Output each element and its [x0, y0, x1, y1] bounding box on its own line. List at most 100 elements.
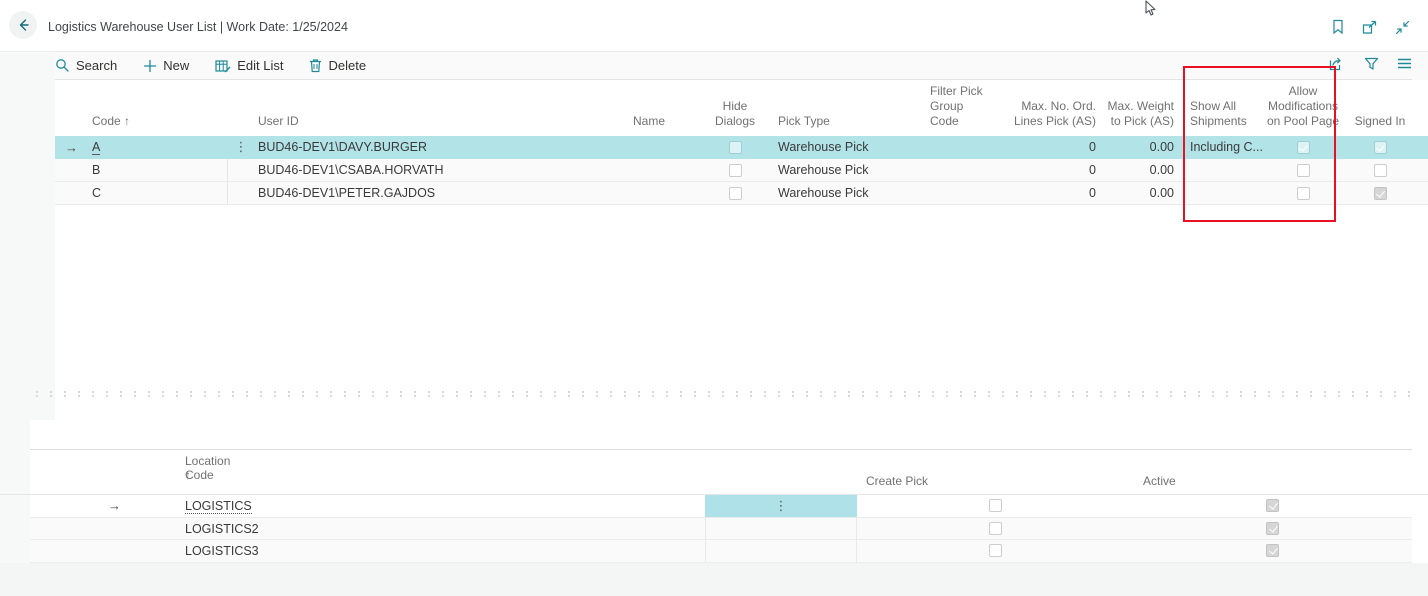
cell-spacer	[705, 518, 857, 540]
cell-user-id[interactable]: BUD46-DEV1\CSABA.HORVATH	[255, 163, 630, 177]
back-arrow-icon	[15, 17, 31, 33]
create-pick-checkbox[interactable]	[989, 522, 1002, 535]
sort-ascending-icon: ↑	[185, 468, 191, 482]
create-pick-checkbox[interactable]	[989, 499, 1002, 512]
create-pick-checkbox[interactable]	[989, 544, 1002, 557]
row-context-menu-icon[interactable]: ⋮	[775, 498, 788, 514]
hide-dialogs-checkbox[interactable]	[729, 187, 742, 200]
left-gutter	[0, 53, 55, 420]
row-context-menu-spacer	[227, 182, 255, 204]
active-checkbox[interactable]	[1266, 499, 1279, 512]
cell-max-no-ord-lines-pick[interactable]: 0	[990, 140, 1100, 154]
cell-hide-dialogs[interactable]	[702, 164, 768, 177]
cell-location-code[interactable]: LOGISTICS3	[185, 544, 259, 558]
cell-max-no-ord-lines-pick[interactable]: 0	[990, 163, 1100, 177]
cell-signed-in[interactable]	[1344, 141, 1416, 154]
cell-hide-dialogs[interactable]	[702, 141, 768, 154]
trash-icon	[309, 58, 322, 73]
signed-in-checkbox[interactable]	[1374, 141, 1387, 154]
cell-max-weight-to-pick[interactable]: 0.00	[1100, 140, 1178, 154]
cell-pick-type[interactable]: Warehouse Pick	[768, 186, 925, 200]
signed-in-checkbox[interactable]	[1374, 187, 1387, 200]
cell-allow-modifications[interactable]	[1262, 141, 1344, 154]
cell-show-all-shipments[interactable]: Including C...	[1178, 140, 1262, 154]
column-header-signed-in[interactable]: Signed In	[1344, 114, 1416, 129]
cell-user-id[interactable]: BUD46-DEV1\DAVY.BURGER	[255, 140, 630, 154]
resize-divider[interactable]	[30, 390, 1420, 397]
hide-dialogs-checkbox[interactable]	[729, 141, 742, 154]
cell-signed-in[interactable]	[1344, 164, 1416, 177]
column-header-name[interactable]: Name	[630, 114, 702, 129]
cell-active[interactable]	[1266, 522, 1279, 538]
cell-max-weight-to-pick[interactable]: 0.00	[1100, 163, 1178, 177]
bookmark-icon[interactable]	[1331, 19, 1345, 35]
column-header-code[interactable]: Code ↑	[88, 114, 227, 129]
share-icon[interactable]	[1329, 56, 1346, 71]
edit-list-button[interactable]: Edit List	[215, 58, 283, 73]
column-header-create-pick[interactable]: Create Pick	[866, 474, 928, 488]
cell-user-id[interactable]: BUD46-DEV1\PETER.GAJDOS	[255, 186, 630, 200]
selected-row-arrow-icon: →	[108, 498, 121, 513]
column-header-max-weight-to-pick[interactable]: Max. Weight to Pick (AS)	[1100, 99, 1178, 129]
cell-pick-type[interactable]: Warehouse Pick	[768, 163, 925, 177]
table-row-user-a[interactable]: → A ⋮ BUD46-DEV1\DAVY.BURGER Warehouse P…	[55, 136, 1428, 159]
delete-button[interactable]: Delete	[309, 58, 366, 73]
column-header-allow-modifications[interactable]: Allow Modifications on Pool Page	[1262, 84, 1344, 129]
locations-table-header: Location Code ↑ Create Pick Active	[0, 460, 1428, 495]
active-checkbox[interactable]	[1266, 522, 1279, 535]
cell-max-weight-to-pick[interactable]: 0.00	[1100, 186, 1178, 200]
back-button[interactable]	[9, 11, 37, 39]
column-header-hide-dialogs[interactable]: Hide Dialogs	[702, 99, 768, 129]
table-row-user-c[interactable]: C BUD46-DEV1\PETER.GAJDOS Warehouse Pick…	[55, 182, 1428, 205]
column-header-pick-type[interactable]: Pick Type	[768, 114, 925, 129]
cell-active[interactable]	[1266, 499, 1279, 515]
cell-allow-modifications[interactable]	[1262, 187, 1344, 200]
list-options-icon[interactable]	[1397, 56, 1412, 71]
cell-create-pick[interactable]	[989, 522, 1002, 538]
cell-pick-type[interactable]: Warehouse Pick	[768, 140, 925, 154]
cell-code[interactable]: B	[88, 163, 227, 177]
table-row-location-logistics2[interactable]: LOGISTICS2	[30, 518, 1412, 540]
new-button[interactable]: New	[143, 58, 189, 73]
cell-hide-dialogs[interactable]	[702, 187, 768, 200]
allow-modifications-checkbox[interactable]	[1297, 141, 1310, 154]
cell-create-pick[interactable]	[989, 544, 1002, 560]
column-header-user-id[interactable]: User ID	[255, 114, 630, 129]
open-in-new-window-icon[interactable]	[1362, 19, 1378, 35]
search-label: Search	[76, 58, 117, 73]
column-header-show-all-shipments[interactable]: Show All Shipments	[1178, 99, 1262, 129]
cell-location-code[interactable]: LOGISTICS2	[185, 522, 259, 536]
delete-label: Delete	[328, 58, 366, 73]
search-button[interactable]: Search	[55, 58, 117, 73]
row-context-menu-icon[interactable]: ⋮	[227, 139, 255, 155]
user-table-header: Code ↑ User ID Name Hide Dialogs Pick Ty…	[55, 80, 1428, 136]
column-header-active[interactable]: Active	[1143, 474, 1176, 488]
page-title: Logistics Warehouse User List | Work Dat…	[48, 20, 348, 34]
table-row-user-b[interactable]: B BUD46-DEV1\CSABA.HORVATH Warehouse Pic…	[55, 159, 1428, 182]
allow-modifications-checkbox[interactable]	[1297, 187, 1310, 200]
edit-list-icon	[215, 59, 231, 73]
cell-signed-in[interactable]	[1344, 187, 1416, 200]
signed-in-checkbox[interactable]	[1374, 164, 1387, 177]
column-header-filter-pick-group-code[interactable]: Filter Pick Group Code	[925, 84, 990, 129]
focused-cell[interactable]: ⋮	[705, 495, 857, 517]
cell-location-code[interactable]: LOGISTICS	[185, 499, 252, 513]
cell-active[interactable]	[1266, 544, 1279, 560]
table-row-location-logistics[interactable]: → LOGISTICS ⋮	[30, 495, 1412, 518]
column-header-max-no-ord-lines-pick[interactable]: Max. No. Ord. Lines Pick (AS)	[990, 99, 1100, 129]
table-row-location-logistics3[interactable]: LOGISTICS3	[30, 540, 1412, 563]
locations-part-header: Locations Manage	[0, 424, 1428, 449]
collapse-icon[interactable]	[1395, 19, 1410, 35]
cell-allow-modifications[interactable]	[1262, 164, 1344, 177]
cell-max-no-ord-lines-pick[interactable]: 0	[990, 186, 1100, 200]
allow-modifications-checkbox[interactable]	[1297, 164, 1310, 177]
edit-list-label: Edit List	[237, 58, 283, 73]
cell-code[interactable]: A	[88, 140, 227, 154]
hide-dialogs-checkbox[interactable]	[729, 164, 742, 177]
tabs-underline	[30, 449, 1412, 450]
active-checkbox[interactable]	[1266, 544, 1279, 557]
filter-icon[interactable]	[1364, 56, 1379, 71]
cell-code[interactable]: C	[88, 186, 227, 200]
cell-spacer	[705, 540, 857, 562]
cell-create-pick[interactable]	[989, 499, 1002, 515]
